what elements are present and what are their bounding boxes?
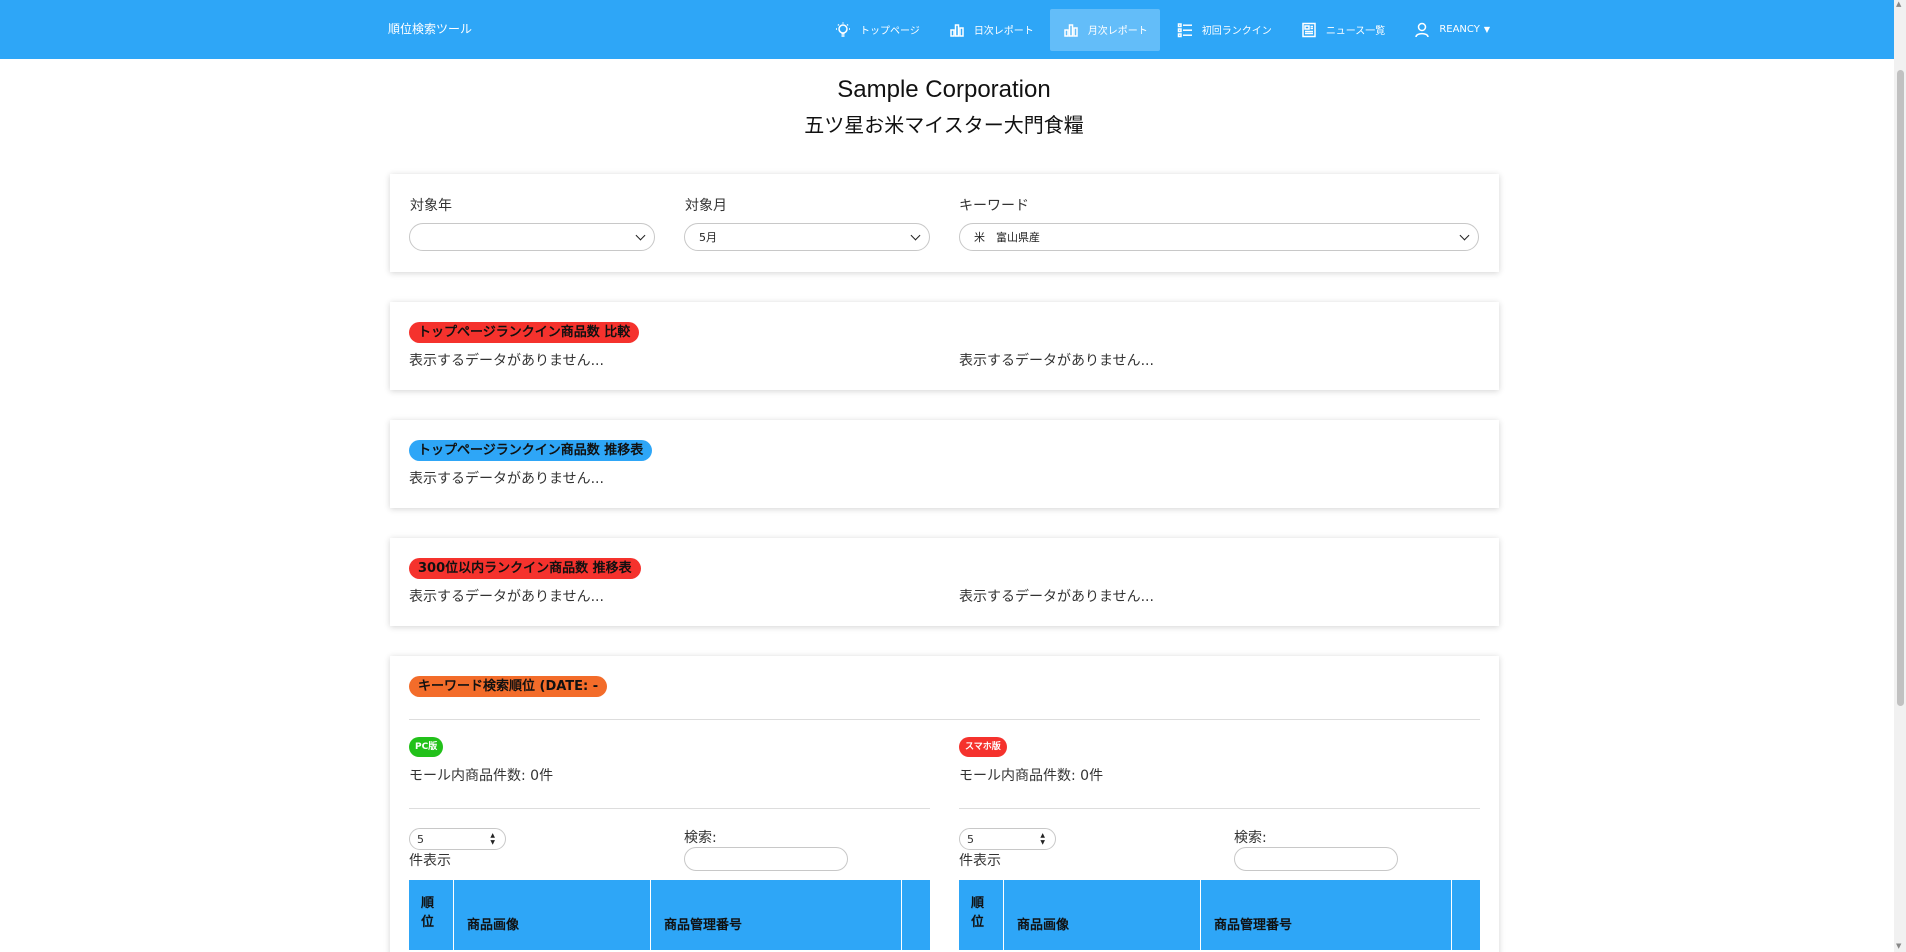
scrollbar-thumb[interactable]	[1897, 70, 1904, 706]
keyword-select[interactable]: 米 富山県産	[959, 223, 1479, 251]
keyword-rank-title-badge: キーワード検索順位 (DATE: -	[409, 676, 608, 697]
nav-item-label: 日次レポート	[973, 26, 1034, 37]
nav-item-label: ニュース一覧	[1325, 26, 1386, 37]
sp-item-count: モール内商品件数: 0件	[959, 768, 1104, 784]
compare-card: トップページランクイン商品数 比較 表示するデータがありません... 表示するデ…	[390, 302, 1499, 390]
top300-card: 300位以内ランクイン商品数 推移表 表示するデータがありません... 表示する…	[390, 538, 1499, 626]
caret-down-icon: ▼	[1483, 25, 1490, 34]
sp-column-product-id[interactable]: 商品管理番号	[1201, 880, 1452, 950]
pc-table-header: 順位 商品画像 商品管理番号	[409, 880, 930, 950]
sp-page-size-value: 5	[967, 832, 974, 846]
nav-item-label: 初回ランクイン	[1201, 26, 1272, 37]
compare-left-empty: 表示するデータがありません...	[409, 353, 604, 369]
pc-search-input[interactable]	[684, 847, 848, 871]
sp-column-extra[interactable]	[1452, 880, 1480, 950]
month-label: 対象月	[685, 198, 727, 214]
chevron-down-icon	[1459, 230, 1470, 241]
shop-name: 五ツ星お米マイスター大門食糧	[804, 113, 1084, 137]
pc-page-size-stepper[interactable]: 5 ▲ ▼	[409, 828, 506, 850]
compare-title-badge: トップページランクイン商品数 比較	[409, 322, 640, 343]
pc-column-extra[interactable]	[902, 880, 930, 950]
sp-search-input[interactable]	[1234, 847, 1398, 871]
sp-page-size-stepper[interactable]: 5 ▲ ▼	[959, 828, 1056, 850]
pc-show-label: 件表示	[409, 853, 451, 869]
sp-show-label: 件表示	[959, 853, 1001, 869]
pc-column-image[interactable]: 商品画像	[454, 880, 651, 950]
stepper-arrows-icon: ▲ ▼	[1040, 832, 1045, 846]
nav-item-label: トップページ	[860, 26, 920, 37]
column-label: 商品管理番号	[1214, 918, 1293, 933]
divider	[409, 808, 930, 809]
nav-item-monthly-report[interactable]: 月次レポート	[1049, 8, 1160, 51]
chevron-down-icon	[910, 230, 921, 241]
top300-right-empty: 表示するデータがありません...	[959, 589, 1154, 605]
sp-version-badge: スマホ版	[959, 737, 1007, 757]
sp-search-label: 検索:	[1234, 830, 1267, 846]
pc-page-size-value: 5	[417, 832, 424, 846]
keyword-select-value: 米 富山県産	[974, 231, 1040, 244]
nav-item-first-rank-in[interactable]: 初回ランクイン	[1164, 9, 1284, 51]
pc-item-count: モール内商品件数: 0件	[409, 768, 554, 784]
pc-search-label: 検索:	[684, 830, 717, 846]
column-label: 商品画像	[467, 918, 520, 933]
user-icon	[1413, 21, 1431, 39]
column-label: 順位	[421, 896, 435, 930]
list-icon	[1176, 21, 1194, 39]
divider	[959, 808, 1480, 809]
newspaper-icon	[1300, 21, 1318, 39]
stepper-arrows-icon: ▲ ▼	[490, 832, 495, 846]
company-name: Sample Corporation	[837, 76, 1051, 103]
bar-chart-icon	[1062, 21, 1080, 39]
brand-title[interactable]: 順位検索ツール	[388, 20, 472, 37]
nav-item-label: 月次レポート	[1087, 26, 1148, 37]
divider	[409, 719, 1480, 720]
pc-column-product-id[interactable]: 商品管理番号	[651, 880, 902, 950]
pc-version-badge: PC版	[409, 737, 444, 757]
keyword-label: キーワード	[959, 198, 1029, 214]
compare-right-empty: 表示するデータがありません...	[959, 353, 1154, 369]
sp-column-rank[interactable]: 順位	[959, 880, 1004, 950]
top-navbar: 順位検索ツール トップページ 日次レポート 月次レポート 初回ランクイン ニュー…	[0, 0, 1894, 59]
month-select-value: 5月	[699, 231, 717, 244]
scroll-down-arrow-icon[interactable]: ▼	[1896, 942, 1901, 950]
top300-title-badge: 300位以内ランクイン商品数 推移表	[409, 558, 641, 579]
sp-table-header: 順位 商品画像 商品管理番号	[959, 880, 1480, 950]
trend-card: トップページランクイン商品数 推移表 表示するデータがありません...	[390, 420, 1499, 508]
chevron-down-icon	[635, 230, 646, 241]
nav-item-top-page[interactable]: トップページ	[822, 9, 932, 51]
page-scrollbar[interactable]: ▲ ▼	[1894, 0, 1906, 952]
month-select[interactable]: 5月	[684, 223, 930, 251]
filter-card: 対象年 対象月 5月 キーワード 米 富山県産	[390, 174, 1499, 272]
column-label: 順位	[971, 896, 985, 930]
column-label: 商品画像	[1017, 918, 1070, 933]
lightbulb-icon	[834, 21, 852, 39]
top300-left-empty: 表示するデータがありません...	[409, 589, 604, 605]
nav-menu: トップページ 日次レポート 月次レポート 初回ランクイン ニュース一覧 REAN…	[820, 0, 1504, 59]
trend-title-badge: トップページランクイン商品数 推移表	[409, 440, 653, 461]
keyword-rank-card: キーワード検索順位 (DATE: - PC版 モール内商品件数: 0件 5 ▲ ▼…	[390, 656, 1499, 952]
bar-chart-icon	[948, 21, 966, 39]
column-label: 商品管理番号	[664, 918, 743, 933]
pc-column-rank[interactable]: 順位	[409, 880, 454, 950]
nav-item-label: REANCY	[1439, 24, 1480, 35]
nav-item-user-menu[interactable]: REANCY ▼	[1401, 9, 1502, 51]
nav-item-daily-report[interactable]: 日次レポート	[936, 9, 1046, 51]
scroll-up-arrow-icon[interactable]: ▲	[1896, 0, 1901, 8]
nav-item-news-list[interactable]: ニュース一覧	[1288, 9, 1398, 51]
year-label: 対象年	[410, 198, 452, 214]
sp-column-image[interactable]: 商品画像	[1004, 880, 1201, 950]
year-select[interactable]	[409, 223, 655, 251]
trend-empty: 表示するデータがありません...	[409, 471, 604, 487]
